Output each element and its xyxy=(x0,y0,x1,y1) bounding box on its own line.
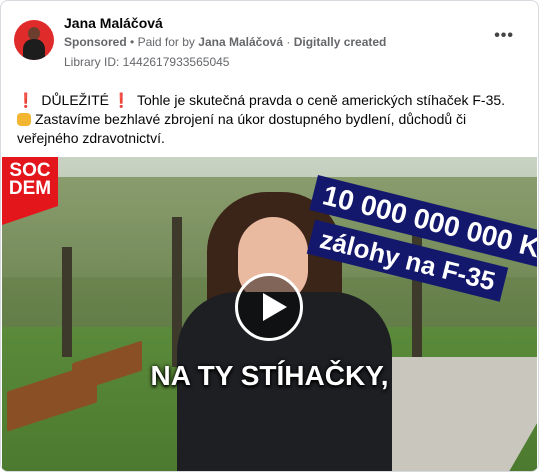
video-player[interactable]: SOC DEM 10 000 000 000 Kč zálohy na F-35… xyxy=(2,157,537,471)
paid-for-name[interactable]: Jana Maláčová xyxy=(198,35,283,49)
avatar-body xyxy=(23,39,45,60)
logo-line-2: DEM xyxy=(8,178,52,199)
post-text: ❗ DŮLEŽITÉ ❗ Tohle je skutečná pravda o … xyxy=(17,91,529,148)
video-caption: NA TY STÍHAČKY, xyxy=(150,360,389,391)
separator: • xyxy=(130,35,135,49)
more-horizontal-icon[interactable]: ••• xyxy=(494,28,514,44)
ad-card: Jana Maláčová Sponsored • Paid for by Ja… xyxy=(0,0,539,472)
fist-icon xyxy=(17,113,31,126)
paid-for-prefix: Paid for by xyxy=(137,35,195,49)
sponsor-line: Sponsored • Paid for by Jana Maláčová · … xyxy=(64,35,387,49)
play-icon xyxy=(263,293,287,321)
post-line-1-text: Tohle je skutečná pravda o ceně americký… xyxy=(136,92,506,108)
tree-trunk xyxy=(62,247,72,357)
important-word: DŮLEŽITÉ xyxy=(41,92,110,108)
play-button[interactable] xyxy=(235,273,303,341)
post-line-2: Zastavíme bezhlavé zbrojení na úkor dost… xyxy=(17,110,529,148)
library-id: Library ID: 1442617933565045 xyxy=(64,55,230,69)
digitally-created-label[interactable]: Digitally created xyxy=(294,35,387,49)
exclamation-icon: ❗ xyxy=(17,92,35,108)
sponsored-label: Sponsored xyxy=(64,35,127,49)
post-line-1: ❗ DŮLEŽITÉ ❗ Tohle je skutečná pravda o … xyxy=(17,91,529,110)
exclamation-icon-2: ❗ xyxy=(112,92,131,108)
author-name[interactable]: Jana Maláčová xyxy=(64,15,163,31)
post-line-2-text: Zastavíme bezhlavé zbrojení na úkor dost… xyxy=(17,111,467,146)
author-avatar[interactable] xyxy=(14,20,54,60)
